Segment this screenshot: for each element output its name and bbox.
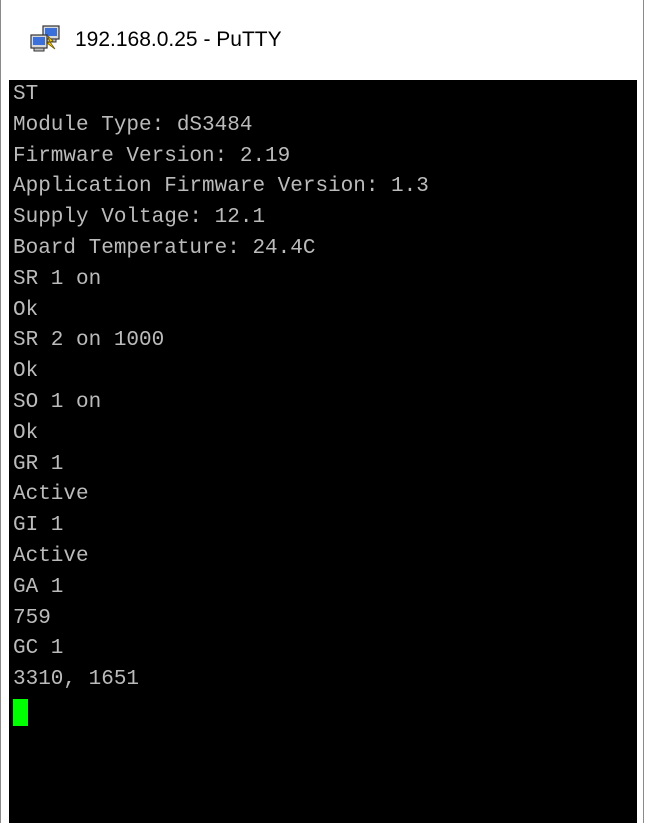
terminal-line: Active [13,483,89,507]
terminal-line: Ok [13,421,39,445]
terminal-line: Firmware Version: 2.19 [13,144,291,168]
terminal-line: SR 2 on 1000 [13,329,165,353]
terminal-line: 3310, 1651 [13,668,140,692]
terminal-line: GI 1 [13,514,64,538]
terminal-line: 759 [13,606,51,630]
terminal-output: ST Module Type: dS3484 Firmware Version: 2… [13,80,429,730]
terminal-cursor-line [13,698,429,730]
terminal-line: Ok [13,360,39,384]
terminal-line: SO 1 on [13,390,102,414]
title-bar[interactable]: 192.168.0.25 - PuTTY [1,0,643,80]
terminal-line: SR 1 on [13,267,102,291]
text-cursor [13,698,28,726]
terminal-screen[interactable]: ST Module Type: dS3484 Firmware Version: 2… [9,80,637,823]
terminal-line: GR 1 [13,452,64,476]
terminal-line: GA 1 [13,575,64,599]
terminal-line: ST [13,83,39,106]
terminal-line: Board Temperature: 24.4C [13,236,316,260]
window-title: 192.168.0.25 - PuTTY [75,28,282,51]
terminal-line: Supply Voltage: 12.1 [13,206,266,230]
putty-icon[interactable] [29,25,63,55]
terminal-line: Active [13,544,89,568]
terminal-line: GC 1 [13,637,64,661]
putty-window: 192.168.0.25 - PuTTY ST Module Type: dS34… [0,0,644,823]
terminal-line: Application Firmware Version: 1.3 [13,175,429,199]
terminal-line: Module Type: dS3484 [13,113,253,137]
terminal-line: Ok [13,298,39,322]
